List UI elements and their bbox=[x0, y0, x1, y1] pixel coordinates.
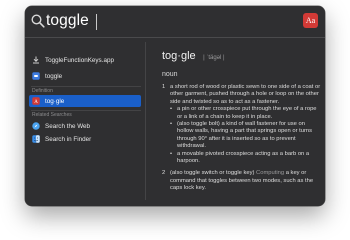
pane-divider bbox=[145, 42, 146, 200]
subsense: • a pin or other crosspiece put through … bbox=[170, 106, 322, 121]
search-in-finder-item[interactable]: Search in Finder bbox=[29, 133, 141, 145]
section-divider bbox=[31, 86, 141, 87]
result-definition-toggle[interactable]: A tog·gle bbox=[29, 95, 141, 107]
result-togglefunctionkeys[interactable]: ToggleFunctionKeys.app bbox=[29, 54, 141, 66]
section-related-searches: Related Searches bbox=[32, 112, 72, 118]
headword: tog·gle bbox=[162, 50, 196, 62]
sense-text: a short rod of wood or plastic sewn to o… bbox=[170, 84, 321, 105]
app-icon bbox=[32, 72, 40, 80]
sense-2: 2 (also toggle switch or toggle key) Com… bbox=[162, 170, 322, 192]
sense-text: (also toggle switch or toggle key) Compu… bbox=[170, 170, 322, 192]
search-the-web-item[interactable]: Search the Web bbox=[29, 120, 141, 132]
sense-variant: (also toggle switch or toggle key) bbox=[170, 170, 255, 177]
section-divider bbox=[31, 110, 141, 111]
dictionary-icon: A bbox=[32, 97, 40, 105]
result-toggle[interactable]: toggle bbox=[29, 70, 141, 82]
text-caret bbox=[96, 14, 97, 30]
bullet: • bbox=[170, 150, 173, 157]
search-bar[interactable]: toggle Aa bbox=[25, 6, 325, 38]
sense-number: 2 bbox=[162, 170, 166, 177]
definition-preview: tog·gle | ˈtägəl | noun 1 a short rod of… bbox=[162, 46, 322, 204]
result-label: tog·gle bbox=[45, 97, 65, 105]
bullet: • bbox=[170, 106, 173, 113]
safari-icon bbox=[32, 122, 40, 130]
spotlight-window: toggle Aa ToggleFunctionKeys.app toggle … bbox=[25, 6, 325, 206]
finder-icon bbox=[32, 135, 40, 143]
domain-label: Computing bbox=[256, 170, 285, 177]
sense-1: 1 a short rod of wood or plastic sewn to… bbox=[162, 84, 322, 165]
search-icon bbox=[31, 14, 45, 28]
subsense: • a movable pivoted crosspiece acting as… bbox=[170, 151, 322, 166]
result-label: Search the Web bbox=[45, 122, 91, 130]
results-sidebar: ToggleFunctionKeys.app toggle Definition… bbox=[25, 39, 145, 206]
section-definition: Definition bbox=[32, 88, 53, 94]
sense-number: 1 bbox=[162, 84, 166, 90]
result-label: ToggleFunctionKeys.app bbox=[45, 56, 114, 64]
subsense-text: (also toggle bolt) a kind of wall fasten… bbox=[177, 121, 313, 150]
download-icon bbox=[33, 56, 39, 64]
headword-row: tog·gle | ˈtägəl | bbox=[162, 46, 225, 64]
subsense-text: a pin or other crosspiece put through th… bbox=[177, 106, 317, 120]
bullet: • bbox=[170, 121, 173, 128]
result-label: Search in Finder bbox=[45, 135, 92, 143]
svg-text:A: A bbox=[34, 100, 38, 105]
pronunciation: | ˈtägəl | bbox=[203, 55, 225, 61]
subsense-text: a movable pivoted crosspiece acting as a… bbox=[177, 150, 310, 165]
part-of-speech: noun bbox=[162, 71, 178, 78]
search-input[interactable]: toggle bbox=[46, 12, 89, 30]
result-label: toggle bbox=[45, 72, 63, 80]
definition-list: 1 a short rod of wood or plastic sewn to… bbox=[162, 84, 322, 196]
dictionary-app-icon: Aa bbox=[303, 13, 318, 28]
subsense: • (also toggle bolt) a kind of wall fast… bbox=[170, 121, 322, 151]
